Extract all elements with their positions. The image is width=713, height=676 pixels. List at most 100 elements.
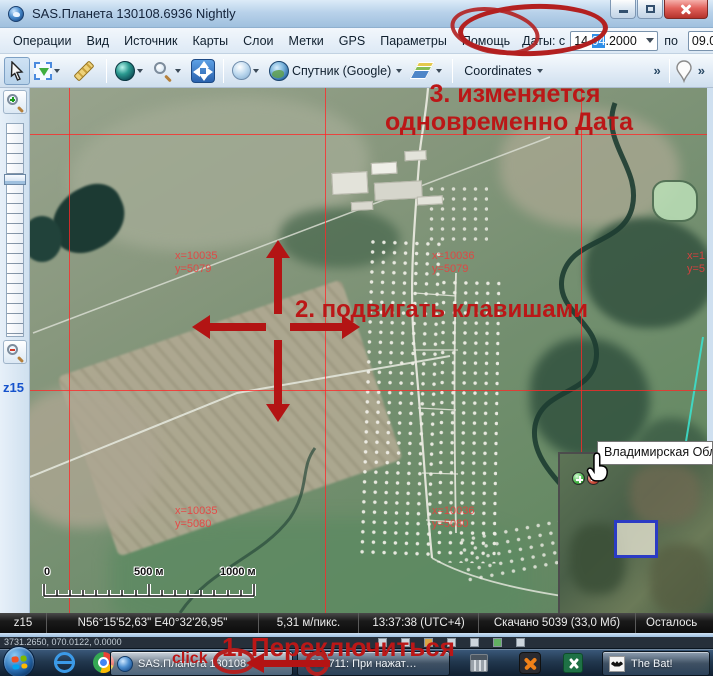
- chevron-down-icon[interactable]: [436, 69, 442, 73]
- earth-icon: [269, 61, 289, 81]
- date-from-part3: .2000: [605, 34, 636, 48]
- start-button[interactable]: [3, 646, 35, 676]
- projection-button[interactable]: [228, 57, 265, 85]
- chevron-down-icon[interactable]: [537, 69, 543, 73]
- menu-source[interactable]: Источник: [121, 32, 180, 50]
- toolbar-separator: [452, 59, 453, 83]
- zoom-in-button[interactable]: [3, 90, 27, 114]
- dark-globe-icon: [115, 61, 135, 81]
- window-title: SAS.Планета 130108.6936 Nightly: [32, 6, 236, 21]
- chevron-down-icon[interactable]: [646, 38, 654, 43]
- status-zoom: z15: [0, 613, 46, 633]
- farm-buildings: [328, 137, 453, 233]
- toolbar-overflow-chevron[interactable]: »: [654, 63, 661, 78]
- minimap-zoom-in-button[interactable]: [572, 472, 585, 485]
- date-from-part1: 14.: [574, 34, 591, 48]
- background-window-icons: [378, 638, 525, 647]
- taskbar-notes-label: 0001711: При нажат…: [304, 658, 417, 670]
- status-coordinates: N56°15'52,63" E40°32'26,95": [46, 613, 258, 633]
- taskbar-thebat-button[interactable]: The Bat!: [602, 651, 710, 676]
- app-icon: [8, 6, 24, 22]
- main-toolbar: Спутник (Google) Coordinates » »: [0, 54, 713, 88]
- menu-help[interactable]: Помощь: [459, 32, 513, 50]
- maximize-button[interactable]: [637, 0, 663, 19]
- placemark-balloon-icon[interactable]: [674, 58, 694, 84]
- calculator-icon[interactable]: [470, 654, 488, 672]
- minimap[interactable]: [558, 452, 713, 622]
- minimap-terrain: [650, 544, 710, 614]
- windows-logo-icon: [11, 655, 27, 669]
- village-houses: [356, 237, 442, 559]
- ruler-icon: [73, 60, 94, 81]
- map-source-button[interactable]: Спутник (Google): [265, 57, 408, 85]
- menu-layers[interactable]: Слои: [240, 32, 276, 50]
- maximize-icon: [646, 5, 655, 13]
- minimize-button[interactable]: [610, 0, 636, 19]
- date-from-select[interactable]: 14.04.2000: [570, 31, 658, 51]
- cursor-arrow-icon: [8, 61, 26, 81]
- magnifier-icon: [153, 61, 173, 81]
- zoom-panel: z15: [0, 88, 30, 613]
- taskbar-sas-button[interactable]: SAS.Планета 130108…: [110, 651, 293, 676]
- taskbar-sas-label: SAS.Планета 130108…: [138, 658, 257, 670]
- zoom-out-button[interactable]: [3, 340, 27, 364]
- internet-explorer-icon[interactable]: [54, 652, 75, 673]
- menu-view[interactable]: Вид: [83, 32, 112, 50]
- close-button[interactable]: [664, 0, 708, 19]
- toolbar-right-group: » »: [650, 58, 709, 84]
- chevron-down-icon[interactable]: [175, 69, 181, 73]
- chevron-down-icon[interactable]: [253, 69, 259, 73]
- menu-settings[interactable]: Параметры: [377, 32, 450, 50]
- ruler-button[interactable]: [66, 57, 102, 85]
- utility-icon[interactable]: [519, 652, 541, 674]
- fullscreen-button[interactable]: [187, 57, 219, 85]
- dates-group: Даты: с 14.04.2000 по 09.01.2013: [522, 31, 713, 51]
- chevron-down-icon[interactable]: [137, 69, 143, 73]
- menu-placemarks[interactable]: Метки: [286, 32, 327, 50]
- select-tool-button[interactable]: [4, 57, 30, 85]
- status-remaining: Осталось: [635, 613, 713, 633]
- menu-bar: Операции Вид Источник Карты Слои Метки G…: [0, 28, 713, 54]
- taskbar-notes-button[interactable]: 0001711: При нажат…: [297, 651, 450, 676]
- status-downloaded: Скачано 5039 (33,0 Мб): [478, 613, 635, 633]
- tile-grid-line: [30, 134, 707, 135]
- minimize-icon: [619, 10, 628, 13]
- zoom-slider[interactable]: [6, 123, 24, 337]
- region-tooltip: Владимирская Обл: [597, 441, 713, 465]
- fill-map-button[interactable]: [111, 57, 149, 85]
- minimap-viewport-rect[interactable]: [614, 520, 658, 558]
- selection-rect-icon: [34, 62, 52, 80]
- sas-planet-icon: [117, 656, 133, 672]
- chevron-down-icon[interactable]: [54, 69, 60, 73]
- coordinates-button[interactable]: Coordinates: [457, 57, 548, 85]
- selection-manager-button[interactable]: [30, 57, 66, 85]
- title-bar[interactable]: SAS.Планета 130108.6936 Nightly: [0, 0, 713, 28]
- date-from-selected-part: 04: [592, 34, 606, 48]
- zoom-slider-handle[interactable]: [4, 174, 26, 185]
- layers-button[interactable]: [408, 57, 448, 85]
- status-bar: z15 N56°15'52,63" E40°32'26,95" 5,31 м/п…: [0, 613, 713, 633]
- map-source-label: Спутник (Google): [292, 64, 391, 78]
- placemark-overflow-chevron[interactable]: »: [698, 63, 705, 78]
- tile-coord-label: x=10035y=5079: [175, 250, 218, 276]
- tile-grid-line: [30, 390, 707, 391]
- chevron-down-icon[interactable]: [396, 69, 402, 73]
- toolbar-separator: [223, 59, 224, 83]
- menu-maps[interactable]: Карты: [189, 32, 231, 50]
- menu-gps[interactable]: GPS: [336, 32, 368, 50]
- toolbar-separator: [669, 59, 670, 83]
- zoom-tool-button[interactable]: [149, 57, 187, 85]
- toolbar-separator: [106, 59, 107, 83]
- menu-operations[interactable]: Операции: [10, 32, 74, 50]
- excel-icon[interactable]: [563, 653, 583, 673]
- tile-grid-line: [69, 88, 70, 613]
- scale-zero-label: 0: [44, 566, 50, 578]
- background-window-strip: 3731.2650, 070.0122, 0.0000: [0, 637, 713, 648]
- taskbar: SAS.Планета 130108… 0001711: При нажат… …: [0, 648, 713, 676]
- tile-coord-label: x=10035y=5080: [175, 505, 218, 531]
- date-to-select[interactable]: 09.01.2013: [688, 31, 713, 51]
- tile-grid-line: [325, 88, 326, 613]
- layers-icon: [412, 62, 434, 80]
- hand-cursor-icon: [586, 452, 610, 482]
- thebat-icon: [609, 656, 625, 672]
